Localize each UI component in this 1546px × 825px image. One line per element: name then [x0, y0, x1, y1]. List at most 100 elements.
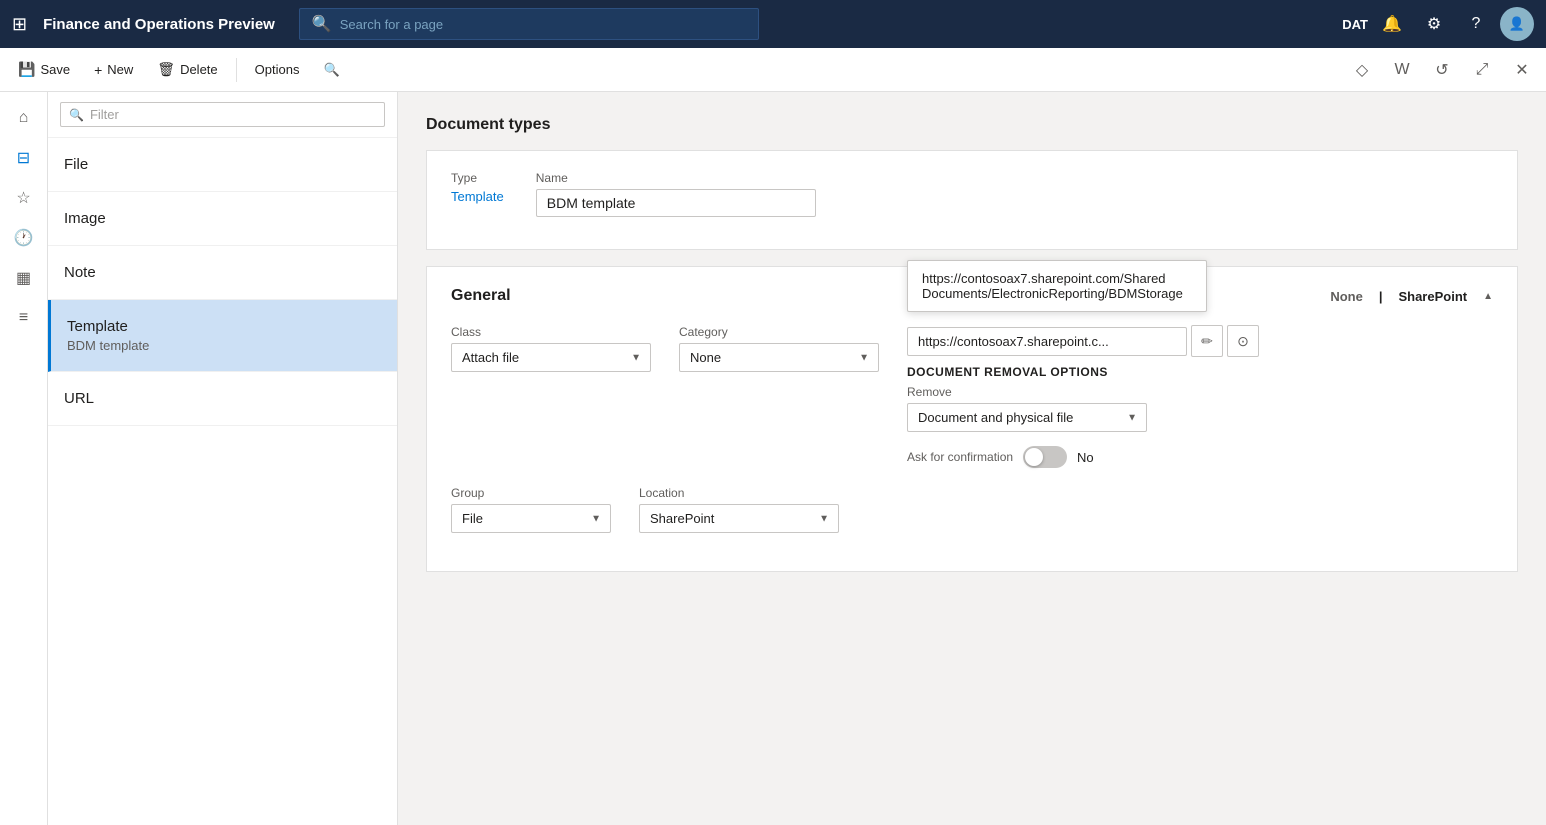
delete-label: Delete	[180, 62, 218, 77]
fields-row-2: Group File Image Note ▼ Location	[451, 486, 1493, 533]
sidebar-list-icon[interactable]: ≡	[6, 300, 42, 336]
doc-types-card: Type Template Name	[426, 150, 1518, 250]
sidebar-star-icon[interactable]: ☆	[6, 180, 42, 216]
collapse-icon[interactable]: ▲	[1483, 291, 1493, 302]
confirm-row: Ask for confirmation No	[907, 446, 1287, 468]
group-field: Group File Image Note ▼	[451, 486, 611, 533]
app-title: Finance and Operations Preview	[43, 16, 275, 33]
sidebar-grid-icon[interactable]: ▦	[6, 260, 42, 296]
class-field: Class Attach file Simple note URL ▼	[451, 325, 651, 468]
avatar[interactable]: 👤	[1500, 7, 1534, 41]
type-label: Type	[451, 171, 504, 185]
sidebar-clock-icon[interactable]: 🕐	[6, 220, 42, 256]
ask-confirmation-value: No	[1077, 450, 1094, 465]
sidebar-home-icon[interactable]: ⌂	[6, 100, 42, 136]
toolbar-divider	[236, 58, 237, 82]
new-button[interactable]: + New	[84, 58, 143, 82]
right-section: https://contosoax7.sharepoint.com/Shared…	[907, 325, 1287, 468]
location-field: Location SharePoint Azure Blob Database …	[639, 486, 839, 533]
close-icon[interactable]: ✕	[1506, 54, 1538, 86]
category-select[interactable]: None Category A	[679, 343, 879, 372]
app-grid-icon[interactable]: ⊞	[12, 14, 27, 35]
list-panel-header: 🔍	[48, 92, 397, 138]
location-select[interactable]: SharePoint Azure Blob Database	[639, 504, 839, 533]
general-header-right: None | SharePoint ▲	[1330, 289, 1493, 304]
class-label: Class	[451, 325, 651, 339]
delete-button[interactable]: 🗑 Delete	[147, 57, 227, 82]
type-value[interactable]: Template	[451, 189, 504, 204]
doc-types-row: Type Template Name	[451, 171, 1493, 217]
category-select-wrapper: None Category A ▼	[679, 343, 879, 372]
tab-sharepoint[interactable]: SharePoint	[1398, 289, 1467, 304]
delete-icon: 🗑	[157, 61, 175, 78]
filter-box: 🔍	[60, 102, 385, 127]
refresh-icon[interactable]: ↺	[1426, 54, 1458, 86]
url-edit-button[interactable]: ✏	[1191, 325, 1223, 357]
content-area: Document types Type Template Name Genera…	[398, 92, 1546, 825]
url-tooltip: https://contosoax7.sharepoint.com/Shared…	[907, 260, 1207, 312]
word-icon[interactable]: W	[1386, 54, 1418, 86]
category-field: Category None Category A ▼	[679, 325, 879, 468]
doc-removal: DOCUMENT REMOVAL OPTIONS Remove Document…	[907, 365, 1287, 468]
remove-select[interactable]: Document and physical file Document only…	[907, 403, 1147, 432]
save-icon: 💾	[18, 61, 35, 78]
search-icon: 🔍	[312, 14, 332, 34]
remove-select-wrapper: Document and physical file Document only…	[907, 403, 1147, 432]
list-item-template[interactable]: Template BDM template	[48, 300, 397, 372]
search-input[interactable]	[340, 17, 746, 32]
top-nav: ⊞ Finance and Operations Preview 🔍 DAT 🔔…	[0, 0, 1546, 48]
new-label: New	[107, 62, 133, 77]
list-item-url[interactable]: URL	[48, 372, 397, 426]
list-item-image[interactable]: Image	[48, 192, 397, 246]
class-select-wrapper: Attach file Simple note URL ▼	[451, 343, 651, 372]
list-item-note[interactable]: Note	[48, 246, 397, 300]
general-title: General	[451, 287, 511, 305]
new-icon: +	[94, 62, 102, 78]
ask-confirmation-toggle[interactable]	[1023, 446, 1067, 468]
tooltip-line2: Documents/ElectronicReporting/BDMStorage	[922, 286, 1192, 301]
remove-label: Remove	[907, 385, 1287, 399]
toggle-knob	[1025, 448, 1043, 466]
location-label: Location	[639, 486, 839, 500]
type-field: Type Template	[451, 171, 504, 204]
url-more-button[interactable]: ⊙	[1227, 325, 1259, 357]
category-label: Category	[679, 325, 879, 339]
notification-icon[interactable]: 🔔	[1374, 6, 1410, 42]
main-layout: ⌂ ⊟ ☆ 🕐 ▦ ≡ 🔍 File Image Note Template	[0, 92, 1546, 825]
filter-input[interactable]	[90, 107, 376, 122]
expand-icon[interactable]: ⤢	[1466, 54, 1498, 86]
list-items: File Image Note Template BDM template UR…	[48, 138, 397, 825]
tab-none[interactable]: None	[1330, 289, 1363, 304]
sidebar-icons: ⌂ ⊟ ☆ 🕐 ▦ ≡	[0, 92, 48, 825]
group-select[interactable]: File Image Note	[451, 504, 611, 533]
filter-icon: 🔍	[69, 108, 84, 122]
url-input[interactable]	[907, 327, 1187, 356]
env-label: DAT	[1342, 17, 1368, 32]
search-filter-button[interactable]: 🔍	[313, 58, 349, 82]
url-input-row: ✏ ⊙	[907, 325, 1287, 357]
location-select-wrapper: SharePoint Azure Blob Database ▼	[639, 504, 839, 533]
list-item-file[interactable]: File	[48, 138, 397, 192]
diamond-icon[interactable]: ◇	[1346, 54, 1378, 86]
options-button[interactable]: Options	[245, 58, 310, 81]
search-box: 🔍	[299, 8, 759, 40]
sidebar-filter-icon[interactable]: ⊟	[6, 140, 42, 176]
options-label: Options	[255, 62, 300, 77]
top-nav-right: DAT 🔔 ⚙ ? 👤	[1342, 6, 1534, 42]
general-card: General None | SharePoint ▲ Class Attach…	[426, 266, 1518, 572]
doc-removal-title: DOCUMENT REMOVAL OPTIONS	[907, 365, 1287, 379]
help-icon[interactable]: ?	[1458, 6, 1494, 42]
ask-confirmation-label: Ask for confirmation	[907, 450, 1013, 464]
url-area: https://contosoax7.sharepoint.com/Shared…	[907, 325, 1287, 357]
class-select[interactable]: Attach file Simple note URL	[451, 343, 651, 372]
save-button[interactable]: 💾 Save	[8, 57, 80, 82]
search-filter-icon: 🔍	[323, 62, 339, 78]
tooltip-line1: https://contosoax7.sharepoint.com/Shared	[922, 271, 1192, 286]
list-panel: 🔍 File Image Note Template BDM template …	[48, 92, 398, 825]
toolbar: 💾 Save + New 🗑 Delete Options 🔍 ◇ W ↺ ⤢ …	[0, 48, 1546, 92]
settings-icon[interactable]: ⚙	[1416, 6, 1452, 42]
list-item-sub: BDM template	[67, 338, 381, 353]
name-input[interactable]	[536, 189, 816, 217]
toolbar-right: ◇ W ↺ ⤢ ✕	[1346, 54, 1538, 86]
fields-row-1: Class Attach file Simple note URL ▼ Cate…	[451, 325, 1493, 468]
